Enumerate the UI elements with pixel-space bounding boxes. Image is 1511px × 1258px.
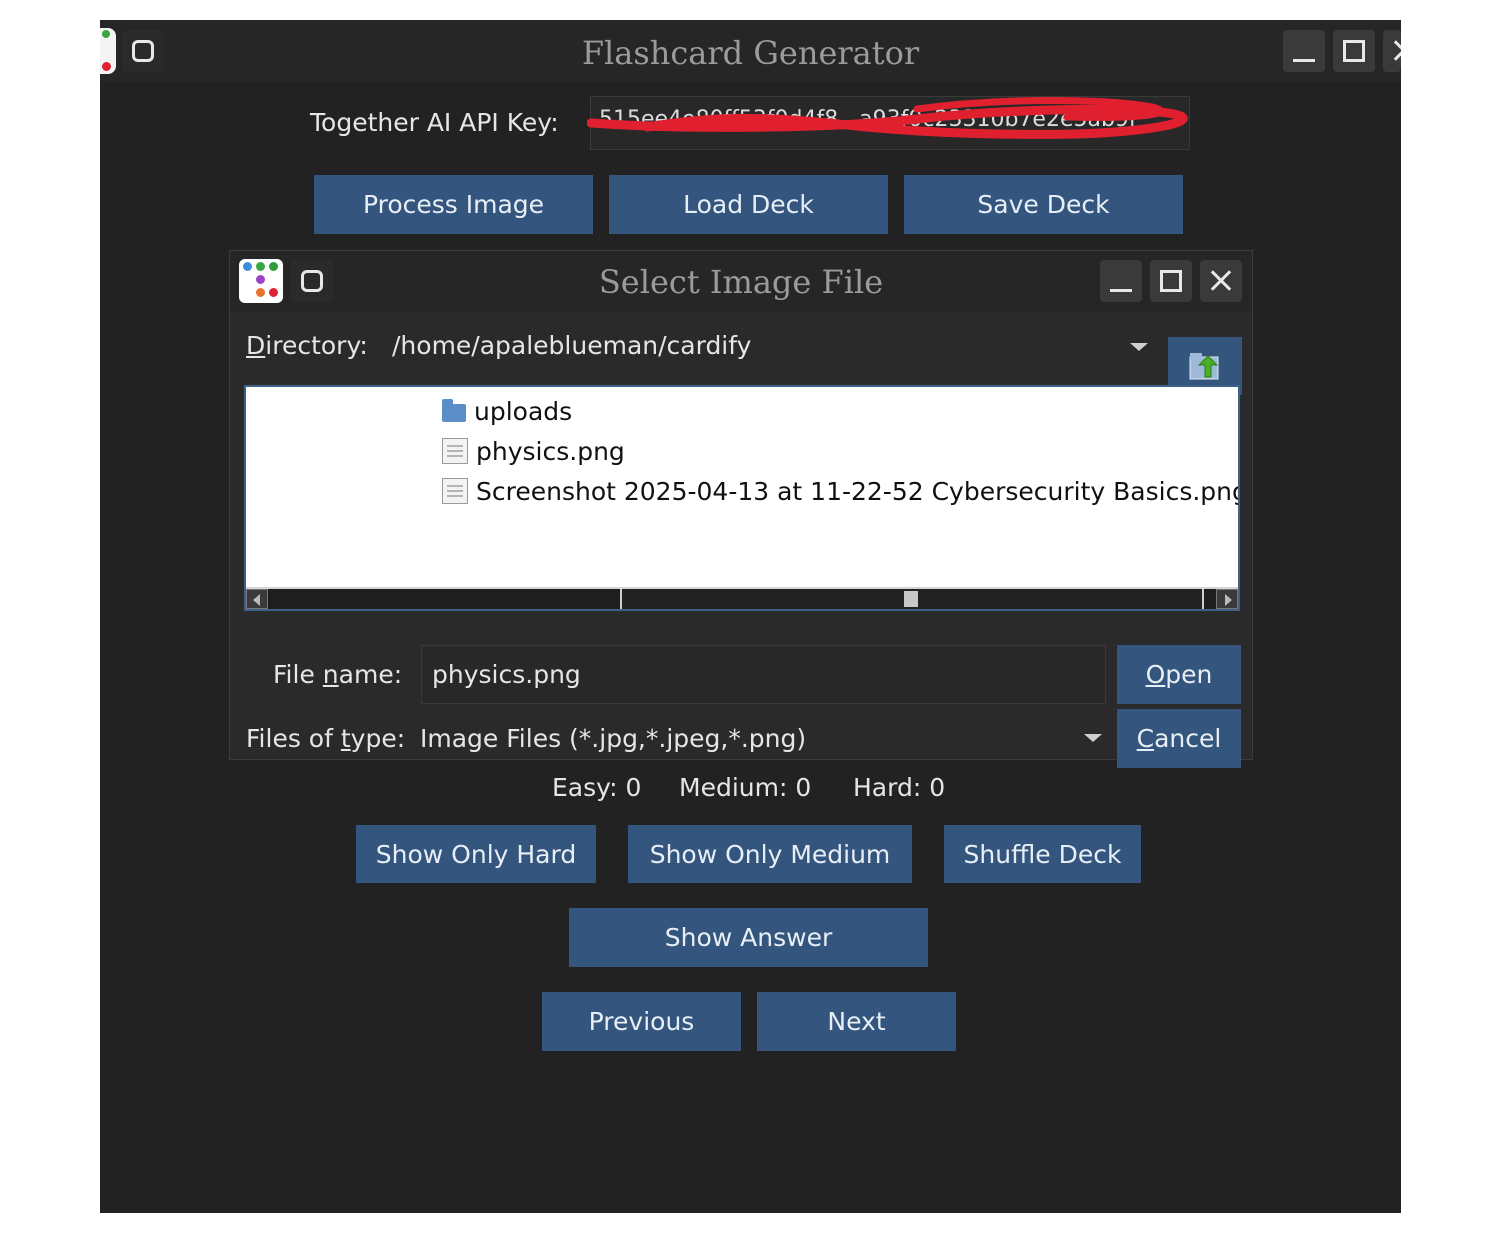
medium-count: Medium: 0 [679, 773, 812, 802]
scroll-left-arrow-icon[interactable] [246, 589, 268, 609]
files-of-type-label-a: Files of [246, 724, 341, 753]
scroll-right-arrow-icon[interactable] [1216, 589, 1238, 609]
minimize-button[interactable] [1283, 30, 1325, 72]
show-answer-button[interactable]: Show Answer [569, 908, 928, 967]
save-deck-button[interactable]: Save Deck [904, 175, 1183, 234]
next-button[interactable]: Next [757, 992, 956, 1051]
file-list-item[interactable]: uploads [442, 393, 572, 429]
show-only-hard-button[interactable]: Show Only Hard [356, 825, 596, 883]
files-of-type-label-b: ype: [350, 724, 406, 753]
chevron-down-icon [1130, 343, 1148, 351]
file-name-label-a: File [273, 660, 323, 689]
directory-combobox[interactable]: /home/apaleblueman/cardify [380, 321, 1150, 371]
files-of-type-mnemonic: t [340, 724, 351, 753]
file-name-text: uploads [474, 396, 573, 426]
directory-label: Directory: [246, 331, 368, 360]
scrollbar-thumb[interactable] [620, 589, 1204, 609]
dialog-title: Select Image File [598, 263, 884, 301]
dialog-minimize-button[interactable] [1100, 260, 1142, 302]
open-button[interactable]: Open [1117, 645, 1241, 704]
main-titlebar[interactable]: Flashcard Generator [100, 20, 1401, 82]
minimize-icon [1293, 59, 1315, 62]
file-type-value: Image Files (*.jpg,*.jpeg,*.png) [420, 724, 807, 753]
open-label: pen [1165, 660, 1213, 689]
file-name-text: physics.png [476, 436, 625, 466]
cancel-mnemonic: C [1136, 724, 1155, 753]
file-name-mnemonic: n [322, 660, 339, 689]
close-icon [1383, 30, 1401, 72]
file-name-label-b: ame: [338, 660, 403, 689]
select-image-dialog: Select Image File Directory: /home/apale… [229, 250, 1253, 768]
maximize-button[interactable] [1333, 30, 1375, 72]
maximize-icon [1160, 270, 1182, 292]
open-mnemonic: O [1145, 660, 1166, 689]
file-icon [442, 438, 468, 464]
api-key-input[interactable]: 515ee4e80ff53f0d4f8...a93f0c23310b7e2e5a… [587, 96, 1190, 150]
folder-up-icon [1189, 353, 1219, 380]
previous-button[interactable]: Previous [542, 992, 741, 1051]
dialog-close-button[interactable] [1200, 260, 1242, 302]
file-name-text: Screenshot 2025-04-13 at 11-22-52 Cybers… [476, 476, 1240, 506]
close-button[interactable] [1383, 30, 1401, 72]
file-type-combobox[interactable]: Image Files (*.jpg,*.jpeg,*.png) [412, 713, 1112, 763]
cancel-label: ancel [1154, 724, 1222, 753]
file-list-item[interactable]: physics.png [442, 433, 625, 469]
file-icon [442, 478, 468, 504]
api-key-label: Together AI API Key: [310, 108, 559, 137]
maximize-icon [1343, 40, 1365, 62]
file-name-label: File name: [273, 660, 402, 689]
process-image-button[interactable]: Process Image [314, 175, 593, 234]
load-deck-button[interactable]: Load Deck [609, 175, 888, 234]
hard-count: Hard: 0 [853, 773, 946, 802]
files-of-type-label: Files of type: [246, 724, 405, 753]
close-icon [1200, 260, 1242, 302]
directory-label-text: irectory: [265, 331, 368, 360]
scrollbar-grip [904, 591, 918, 607]
file-name-input[interactable]: physics.png [421, 645, 1106, 704]
redaction-scribble [587, 97, 1188, 139]
chevron-down-icon [1084, 734, 1102, 742]
minimize-icon [1110, 289, 1132, 292]
main-window-title: Flashcard Generator [581, 34, 920, 72]
file-name-value: physics.png [432, 660, 581, 689]
horizontal-scrollbar[interactable] [246, 587, 1238, 609]
flashcard-window: Flashcard Generator Together AI API Key:… [100, 20, 1401, 1213]
easy-count: Easy: 0 [552, 773, 642, 802]
cancel-button[interactable]: Cancel [1117, 709, 1241, 768]
file-list[interactable]: uploads physics.png Screenshot 2025-04-1… [244, 385, 1240, 611]
show-only-medium-button[interactable]: Show Only Medium [628, 825, 912, 883]
folder-icon [442, 399, 466, 422]
directory-value: /home/apaleblueman/cardify [392, 331, 752, 360]
file-list-item[interactable]: Screenshot 2025-04-13 at 11-22-52 Cybers… [442, 473, 1240, 509]
directory-mnemonic: D [246, 331, 266, 360]
dialog-maximize-button[interactable] [1150, 260, 1192, 302]
shuffle-deck-button[interactable]: Shuffle Deck [944, 825, 1141, 883]
dialog-titlebar[interactable]: Select Image File [230, 251, 1252, 311]
